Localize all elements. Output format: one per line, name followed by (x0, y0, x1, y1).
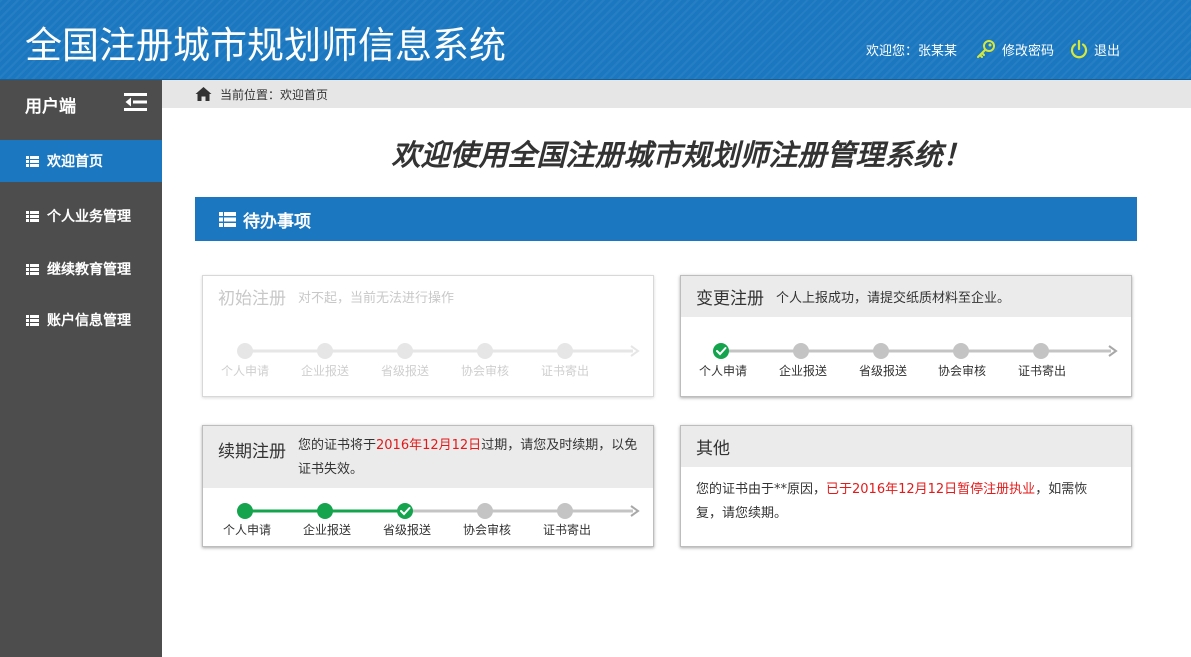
renewal-expiry-date: 2016年12月12日 (376, 438, 482, 453)
other-body-pre: 您的证书由于**原因， (696, 482, 827, 497)
sidebar-item-personal-business[interactable]: 个人业务管理 (0, 195, 162, 237)
step-dot-done (317, 503, 333, 519)
card-header: 续期注册 您的证书将于2016年12月12日过期，请您及时续期，以免证书失效。 (203, 426, 653, 488)
step-label: 企业报送 (300, 364, 349, 378)
progress-track (237, 343, 640, 359)
welcome-heading: 欢迎使用全国注册城市规划师注册管理系统！ (391, 138, 972, 172)
step-dot (557, 343, 573, 359)
section-title: 待办事项 (243, 211, 311, 232)
welcome-user-text: 欢迎您：张某某 (866, 43, 958, 59)
card-title: 初始注册 (218, 289, 286, 309)
user-bar: 欢迎您：张某某 修改密码 退出 (866, 38, 1120, 60)
step-label: 省级报送 (858, 364, 907, 378)
step-label: 协会审核 (462, 523, 511, 537)
step-label: 证书寄出 (542, 523, 591, 537)
step-dot (557, 503, 573, 519)
key-icon (977, 40, 996, 58)
step-dot-done (237, 503, 253, 519)
progress-steps: 个人申请 企业报送 省级报送 协会审核 证书寄出 (681, 340, 1133, 380)
step-label: 协会审核 (937, 364, 986, 378)
card-header: 初始注册 对不起，当前无法进行操作 (203, 276, 653, 317)
step-dot (873, 343, 889, 359)
step-dot (237, 343, 253, 359)
progress-track (713, 343, 1118, 359)
list-icon (26, 155, 39, 167)
progress-track (237, 503, 640, 519)
step-dot (317, 343, 333, 359)
progress-steps: 个人申请 企业报送 省级报送 协会审核 证书寄出 (203, 500, 655, 540)
step-dot (1033, 343, 1049, 359)
list-icon (219, 211, 236, 227)
card-change-registration[interactable]: 变更注册 个人上报成功，请提交纸质材料至企业。 个人申请 企业报送 省级报送 协… (680, 275, 1132, 397)
list-icon (26, 314, 39, 326)
collapse-sidebar-button[interactable] (124, 92, 148, 112)
card-renewal-registration[interactable]: 续期注册 您的证书将于2016年12月12日过期，请您及时续期，以免证书失效。 … (202, 425, 654, 547)
change-password-label: 修改密码 (1002, 43, 1055, 59)
list-icon (26, 210, 39, 222)
sidebar-item-continuing-education[interactable]: 继续教育管理 (0, 248, 162, 290)
sidebar-item-label: 账户信息管理 (47, 313, 131, 329)
app-title: 全国注册城市规划师信息系统 (25, 24, 506, 67)
step-label: 企业报送 (778, 364, 827, 378)
home-icon[interactable] (195, 86, 212, 102)
sidebar-item-account-info[interactable]: 账户信息管理 (0, 299, 162, 341)
card-title: 续期注册 (218, 442, 286, 462)
step-label: 个人申请 (222, 523, 271, 537)
step-dot (953, 343, 969, 359)
step-label: 企业报送 (302, 523, 351, 537)
breadcrumb: 当前位置：欢迎首页 (162, 80, 1191, 108)
step-label: 协会审核 (460, 364, 509, 378)
sidebar-item-label: 欢迎首页 (47, 154, 103, 170)
other-notice-body: 您的证书由于**原因，已于2016年12月12日暂停注册执业，如需恢复，请您续期… (696, 478, 1106, 526)
step-label: 证书寄出 (540, 364, 589, 378)
step-dot (477, 503, 493, 519)
step-dot (793, 343, 809, 359)
sidebar-item-welcome[interactable]: 欢迎首页 (0, 140, 162, 182)
step-label: 个人申请 (220, 364, 269, 378)
card-header: 其他 (681, 426, 1131, 467)
logout-button[interactable]: 退出 (1069, 39, 1120, 59)
sidebar-item-label: 继续教育管理 (47, 262, 131, 278)
step-label: 省级报送 (380, 364, 429, 378)
card-header: 变更注册 个人上报成功，请提交纸质材料至企业。 (681, 276, 1131, 317)
step-label: 省级报送 (382, 523, 431, 537)
suspension-notice: 已于2016年12月12日暂停注册执业 (826, 482, 1036, 497)
sidebar-header: 用户端 (0, 80, 162, 126)
logout-label: 退出 (1094, 43, 1121, 59)
card-message: 您的证书将于2016年12月12日过期，请您及时续期，以免证书失效。 (298, 434, 648, 482)
step-dot-done (397, 503, 413, 519)
card-title: 其他 (696, 439, 730, 459)
step-label: 证书寄出 (1017, 364, 1066, 378)
breadcrumb-text: 当前位置：欢迎首页 (220, 87, 329, 102)
sidebar-item-label: 个人业务管理 (47, 209, 131, 225)
card-other: 其他 您的证书由于**原因，已于2016年12月12日暂停注册执业，如需恢复，请… (680, 425, 1132, 547)
card-title: 变更注册 (696, 289, 764, 309)
todo-section-header: 待办事项 (195, 197, 1137, 241)
collapse-menu-icon (124, 93, 147, 111)
card-message: 对不起，当前无法进行操作 (298, 291, 455, 306)
sidebar-title: 用户端 (25, 97, 76, 117)
power-icon (1070, 39, 1088, 59)
step-dot (477, 343, 493, 359)
renewal-message-pre: 您的证书将于 (298, 438, 377, 453)
step-dot-done (713, 343, 729, 359)
sidebar: 用户端 欢迎首页 个人业务管理 继续教育管理 账户信息管理 (0, 80, 162, 657)
top-header: 全国注册城市规划师信息系统 欢迎您：张某某 修改密码 退出 (0, 0, 1191, 80)
change-password-button[interactable]: 修改密码 (975, 38, 1054, 60)
progress-steps: 个人申请 企业报送 省级报送 协会审核 证书寄出 (203, 340, 655, 380)
step-label: 个人申请 (698, 364, 747, 378)
step-dot (397, 343, 413, 359)
list-icon (26, 263, 39, 275)
card-message: 个人上报成功，请提交纸质材料至企业。 (776, 291, 1011, 306)
card-initial-registration: 初始注册 对不起，当前无法进行操作 个人申请 企业报送 省级报送 协会审核 证书… (202, 275, 654, 397)
